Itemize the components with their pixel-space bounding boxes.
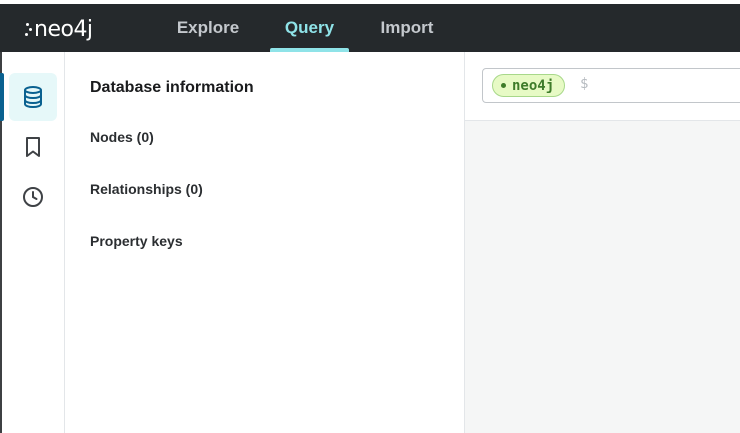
bookmark-icon bbox=[26, 137, 40, 157]
top-navigation-bar: neo4j Explore Query Import bbox=[0, 0, 740, 52]
sidebar-item-query-history[interactable] bbox=[9, 173, 57, 221]
database-selector[interactable]: neo4j bbox=[492, 74, 566, 97]
tab-import[interactable]: Import bbox=[375, 4, 439, 52]
tab-explore-label: Explore bbox=[176, 18, 240, 37]
panel-title: Database information bbox=[90, 79, 254, 96]
tab-query-label: Query bbox=[284, 18, 335, 37]
database-name: neo4j bbox=[512, 77, 555, 94]
editor-prompt: $ bbox=[580, 76, 589, 92]
tab-import-label: Import bbox=[380, 18, 434, 37]
history-icon bbox=[23, 187, 43, 207]
property-keys-section[interactable]: Property keys bbox=[90, 233, 183, 249]
tab-query[interactable]: Query bbox=[270, 4, 349, 52]
sidebar-item-database-information[interactable] bbox=[9, 73, 57, 121]
logo-text: neo4j bbox=[34, 16, 93, 42]
cypher-editor-input[interactable]: neo4j $ bbox=[482, 68, 740, 103]
sidebar-item-saved-cypher[interactable] bbox=[9, 123, 57, 171]
neo4j-logo[interactable]: neo4j bbox=[25, 14, 93, 44]
tab-explore[interactable]: Explore bbox=[172, 4, 244, 52]
query-results-area: neo4j $ bbox=[465, 52, 740, 433]
sidebar-rail bbox=[0, 52, 65, 433]
nodes-section[interactable]: Nodes (0) bbox=[90, 129, 154, 145]
logo-mark-icon bbox=[25, 20, 33, 38]
database-information-panel: Database information Nodes (0) Relations… bbox=[65, 52, 465, 433]
database-icon bbox=[24, 86, 42, 109]
query-editor-bar: neo4j $ bbox=[465, 52, 740, 121]
database-status-icon bbox=[501, 83, 506, 88]
active-rail-indicator bbox=[0, 73, 4, 121]
relationships-section[interactable]: Relationships (0) bbox=[90, 181, 203, 197]
